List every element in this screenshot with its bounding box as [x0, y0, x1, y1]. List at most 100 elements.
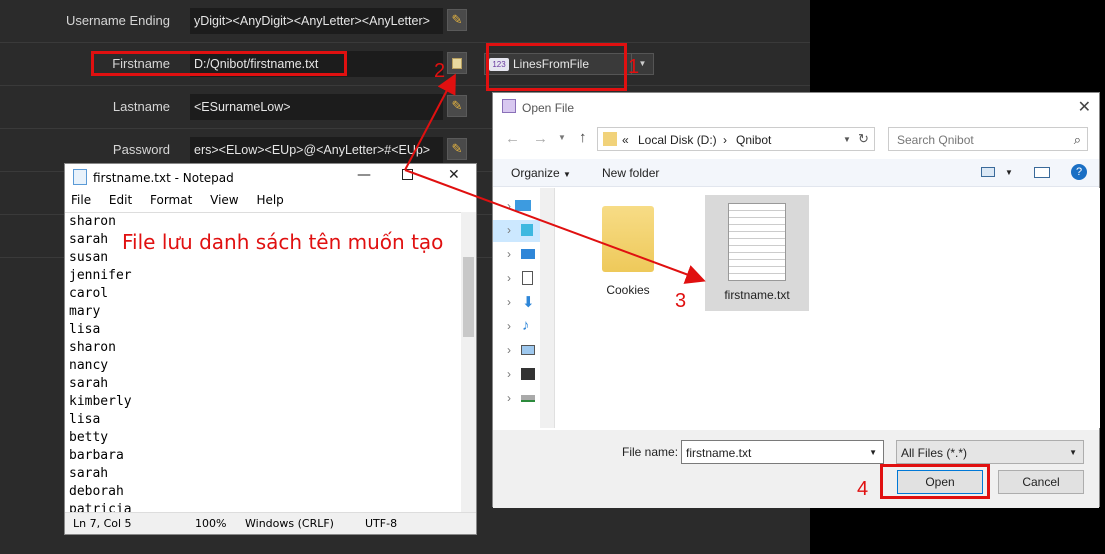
notepad-text-area[interactable]: sharon sarah susan jennifer carol mary l…: [65, 212, 463, 512]
menu-help[interactable]: Help: [256, 193, 283, 207]
text-line: barbara: [69, 448, 124, 463]
documents-icon: [522, 271, 533, 285]
search-input[interactable]: Search Qnibot ⌕: [888, 127, 1088, 151]
source-dropdown-value: LinesFromFile: [513, 57, 590, 71]
status-zoom: 100%: [195, 517, 227, 530]
up-arrow-icon[interactable]: ↑: [579, 129, 587, 146]
address-bar[interactable]: « Local Disk (D:) › Qnibot ▼ ↻: [597, 127, 875, 151]
file-type-value: All Files (*.*): [901, 446, 968, 460]
chevron-down-icon[interactable]: ▼: [1069, 448, 1077, 457]
text-line: jennifer: [69, 268, 132, 283]
open-file-dialog: Open File ✕ ← → ▼ ↑ « Local Disk (D:) › …: [492, 92, 1100, 508]
view-icon[interactable]: [981, 167, 995, 177]
organize-button[interactable]: Organize ▼: [511, 166, 571, 180]
text-line: nancy: [69, 358, 109, 373]
breadcrumb-overflow[interactable]: «: [622, 133, 629, 147]
local-disk-icon: [521, 395, 535, 402]
file-name: firstname.txt: [724, 288, 790, 302]
navigation-tree[interactable]: › › › › › ⬇ › ♪ › › ›: [493, 188, 555, 428]
firstname-input[interactable]: D:/Qnibot/firstname.txt: [190, 51, 443, 77]
refresh-icon[interactable]: ↻: [858, 131, 869, 147]
chevron-down-icon[interactable]: ▼: [843, 135, 851, 144]
dialog-app-icon: [502, 99, 516, 113]
row-username-ending: Username Ending yDigit><AnyDigit><AnyLet…: [0, 0, 810, 43]
new-folder-button[interactable]: New folder: [602, 166, 659, 180]
pencil-icon: ✎: [451, 98, 463, 113]
menu-edit[interactable]: Edit: [109, 193, 132, 207]
tree-scrollbar[interactable]: [540, 188, 554, 428]
chevron-down-icon[interactable]: ▼: [1005, 168, 1013, 177]
notepad-icon: [73, 169, 87, 185]
maximize-icon[interactable]: [402, 169, 413, 180]
pencil-icon: ✎: [451, 141, 463, 156]
chevron-down-icon[interactable]: ▼: [558, 133, 566, 142]
password-input[interactable]: ers><ELow><EUp>@<AnyLetter>#<EUp>: [190, 137, 443, 163]
help-icon[interactable]: ?: [1071, 164, 1087, 180]
number-icon: 123: [489, 58, 509, 71]
step-4-marker: 4: [857, 478, 869, 500]
menu-file[interactable]: File: [71, 193, 91, 207]
chevron-right-icon: ›: [507, 295, 511, 309]
username-ending-label: Username Ending: [65, 13, 170, 28]
videos-icon: [521, 368, 535, 380]
notepad-titlebar: firstname.txt - Notepad — ✕: [65, 164, 476, 190]
dialog-title: Open File: [522, 101, 575, 115]
chevron-down-icon: ▼: [563, 170, 571, 179]
notepad-scrollbar[interactable]: [461, 212, 476, 512]
status-position: Ln 7, Col 5: [73, 517, 132, 530]
search-icon: ⌕: [1073, 132, 1081, 147]
lastname-input[interactable]: <ESurnameLow>: [190, 94, 443, 120]
chevron-down-icon[interactable]: ▼: [869, 448, 877, 457]
dialog-navbar: ← → ▼ ↑ « Local Disk (D:) › Qnibot ▼ ↻ S…: [493, 127, 1099, 153]
lastname-label: Lastname: [112, 99, 170, 114]
chevron-right-icon: ›: [507, 367, 511, 381]
dialog-footer: File name: firstname.txt ▼ All Files (*.*…: [493, 430, 1099, 508]
folder-item-cookies[interactable]: Cookies: [588, 198, 668, 308]
scrollbar-thumb[interactable]: [463, 257, 474, 337]
step-3-marker: 3: [675, 290, 687, 312]
drive-icon: [515, 200, 531, 211]
notepad-menubar: File Edit Format View Help: [65, 190, 476, 211]
file-list[interactable]: Cookies firstname.txt: [556, 188, 1100, 428]
chevron-right-icon: ›: [507, 223, 511, 237]
filename-label: File name:: [622, 445, 679, 459]
music-icon: ♪: [522, 317, 530, 334]
file-type-select[interactable]: All Files (*.*) ▼: [896, 440, 1084, 464]
edit-lastname-button[interactable]: ✎: [447, 95, 467, 117]
username-ending-input[interactable]: yDigit><AnyDigit><AnyLetter><AnyLetter>: [190, 8, 443, 34]
menu-view[interactable]: View: [210, 193, 238, 207]
edit-username-ending-button[interactable]: ✎: [447, 9, 467, 31]
text-line: betty: [69, 430, 109, 445]
file-item-firstname[interactable]: firstname.txt: [705, 195, 809, 311]
text-line: sarah: [69, 466, 109, 481]
filename-input[interactable]: firstname.txt ▼: [681, 440, 884, 464]
browse-file-button[interactable]: [447, 52, 467, 74]
notepad-statusbar: Ln 7, Col 5 100% Windows (CRLF) UTF-8: [65, 512, 476, 534]
close-icon[interactable]: ✕: [1078, 97, 1091, 117]
text-line: sharon: [69, 340, 116, 355]
pictures-icon: [521, 345, 535, 355]
text-file-icon: [728, 203, 786, 281]
breadcrumb-disk[interactable]: Local Disk (D:): [638, 133, 717, 147]
open-button[interactable]: Open: [897, 470, 983, 494]
forward-arrow-icon[interactable]: →: [533, 130, 548, 147]
text-line: patricia: [69, 502, 132, 512]
password-label: Password: [112, 142, 170, 157]
text-line: lisa: [69, 322, 101, 337]
dialog-toolbar: Organize ▼ New folder ▼ ?: [493, 159, 1099, 187]
edit-password-button[interactable]: ✎: [447, 138, 467, 160]
close-icon[interactable]: ✕: [448, 167, 460, 183]
back-arrow-icon[interactable]: ←: [505, 130, 520, 147]
cancel-button[interactable]: Cancel: [998, 470, 1084, 494]
breadcrumb-folder[interactable]: Qnibot: [736, 133, 771, 147]
firstname-label: Firstname: [112, 56, 170, 71]
text-line: carol: [69, 286, 109, 301]
text-line: sharon: [69, 214, 116, 229]
minimize-icon[interactable]: —: [357, 167, 371, 183]
menu-format[interactable]: Format: [150, 193, 192, 207]
file-icon: [452, 57, 462, 69]
organize-label: Organize: [511, 166, 560, 180]
preview-pane-icon[interactable]: [1034, 167, 1050, 178]
status-eol: Windows (CRLF): [245, 517, 334, 530]
folder-icon: [603, 132, 617, 146]
